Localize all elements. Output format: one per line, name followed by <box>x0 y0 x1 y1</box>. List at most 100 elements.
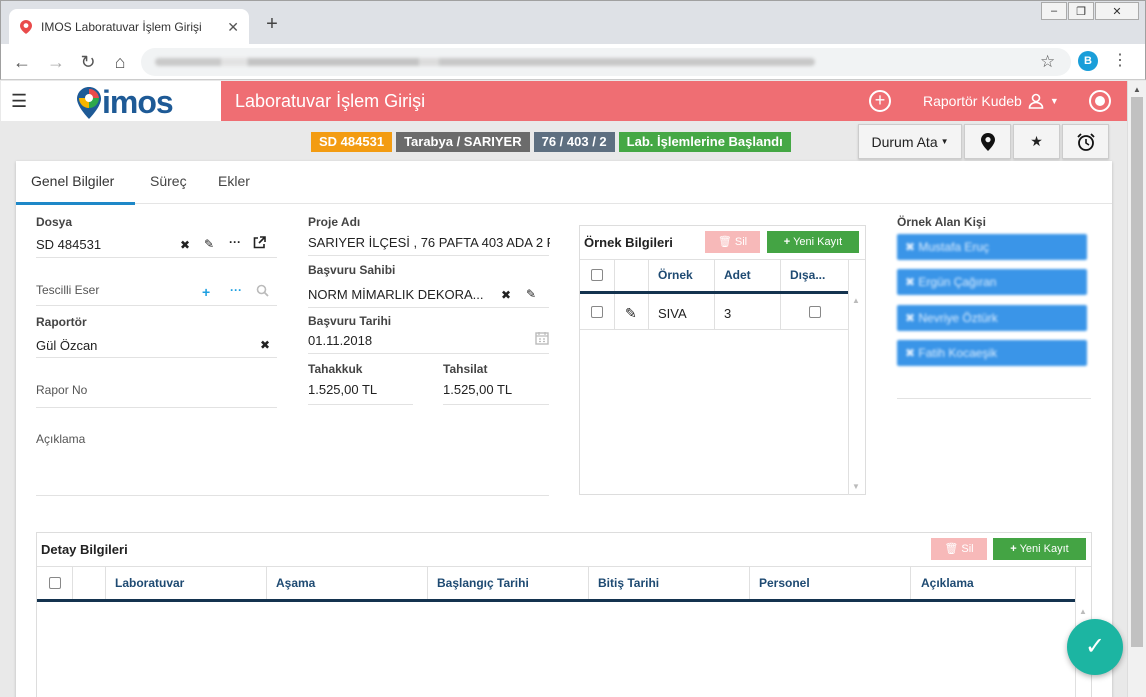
sample-delete-label: Sil <box>734 236 748 248</box>
window-close-icon[interactable]: ✕ <box>1095 2 1139 20</box>
profile-avatar[interactable]: B <box>1078 51 1098 71</box>
detail-header-rule <box>37 599 1075 602</box>
clear-icon[interactable]: ✖ <box>260 338 270 352</box>
sample-taker-chip[interactable]: ✖ Mustafa Eruç <box>897 234 1087 260</box>
sample-delete-button[interactable]: 🗑 Sil <box>705 231 760 253</box>
tab-bar: Genel Bilgiler Süreç Ekler <box>16 161 1112 205</box>
proje-divider <box>308 255 549 256</box>
forward-icon[interactable]: → <box>45 51 67 73</box>
record-circle-icon[interactable] <box>1089 90 1111 112</box>
external-link-icon[interactable] <box>253 236 266 252</box>
grid-divider <box>427 566 428 600</box>
detail-panel-title: Detay Bilgileri <box>41 542 128 557</box>
scroll-down-icon[interactable]: ▼ <box>852 482 860 491</box>
scroll-up-icon[interactable]: ▲ <box>852 296 860 305</box>
col-asama[interactable]: Aşama <box>276 576 315 590</box>
save-check-button[interactable]: ✓ <box>1067 619 1123 675</box>
basvuru-tarihi-value[interactable]: 01.11.2018 <box>308 333 372 348</box>
clear-icon[interactable]: ✖ <box>501 288 511 302</box>
page-scrollbar[interactable]: ▲ <box>1127 81 1146 697</box>
row-divider <box>580 329 848 330</box>
logo-text: imos <box>102 84 174 120</box>
grid-divider <box>72 566 73 600</box>
detail-delete-button[interactable]: 🗑 Sil <box>931 538 987 560</box>
alarm-button[interactable] <box>1062 124 1109 159</box>
scroll-up-icon[interactable]: ▲ <box>1133 85 1141 94</box>
action-toolbar: Durum Ata ▼ ★ <box>858 124 1109 159</box>
back-icon[interactable]: ← <box>11 51 33 73</box>
col-bitis-tarihi[interactable]: Bitiş Tarihi <box>598 576 659 590</box>
main-card: Genel Bilgiler Süreç Ekler Dosya SD 4845… <box>16 161 1112 697</box>
add-circle-icon[interactable]: + <box>869 90 891 112</box>
alarm-clock-icon <box>1076 132 1095 151</box>
hamburger-menu-icon[interactable]: ☰ <box>11 91 27 112</box>
user-menu[interactable]: Raportör Kudeb ▼ <box>923 93 1059 109</box>
bookmark-star-icon[interactable]: ☆ <box>1040 52 1055 72</box>
location-pin-button[interactable] <box>964 124 1011 159</box>
dosya-label: Dosya <box>36 215 73 229</box>
sample-new-button[interactable]: + Yeni Kayıt <box>767 231 859 253</box>
edit-pencil-icon[interactable]: ✎ <box>204 237 214 251</box>
edit-pencil-icon[interactable]: ✎ <box>625 305 637 322</box>
disa-checkbox[interactable] <box>809 306 821 318</box>
sample-taker-divider <box>897 398 1091 399</box>
detail-new-button[interactable]: + Yeni Kayıt <box>993 538 1086 560</box>
grid-divider <box>266 566 267 600</box>
col-personel[interactable]: Personel <box>759 576 810 590</box>
tab-close-icon[interactable]: ✕ <box>227 19 239 36</box>
favorite-button[interactable]: ★ <box>1013 124 1060 159</box>
browser-tab[interactable]: IMOS Laboratuvar İşlem Girişi ✕ <box>9 9 249 45</box>
status-badges: SD 484531 Tarabya / SARIYER 76 / 403 / 2… <box>311 132 791 152</box>
trash-icon: 🗑 <box>717 236 732 248</box>
search-icon[interactable] <box>256 284 269 300</box>
col-disa[interactable]: Dışa... <box>790 268 825 282</box>
col-laboratuvar[interactable]: Laboratuvar <box>115 576 184 590</box>
home-icon[interactable]: ⌂ <box>109 51 131 73</box>
tab-surec[interactable]: Süreç <box>150 173 187 189</box>
browser-tab-title: IMOS Laboratuvar İşlem Girişi <box>41 20 202 34</box>
col-aciklama[interactable]: Açıklama <box>921 576 974 590</box>
address-bar: ← → ↻ ⌂ <box>0 44 1146 80</box>
restore-icon[interactable]: ❐ <box>1068 2 1094 20</box>
col-ornek[interactable]: Örnek <box>658 268 693 282</box>
clear-icon[interactable]: ✖ <box>180 238 190 252</box>
active-tab-indicator <box>16 202 135 205</box>
new-tab-icon[interactable]: + <box>261 13 283 35</box>
imos-logo[interactable]: imos <box>77 84 174 121</box>
tab-genel-bilgiler[interactable]: Genel Bilgiler <box>31 173 114 189</box>
more-dots-icon[interactable]: ··· <box>229 235 241 249</box>
tab-ekler[interactable]: Ekler <box>218 173 250 189</box>
col-baslangic-tarihi[interactable]: Başlangıç Tarihi <box>437 576 529 590</box>
edit-pencil-icon[interactable]: ✎ <box>526 287 536 301</box>
sample-adet-cell: 3 <box>724 306 732 321</box>
scroll-up-icon[interactable]: ▲ <box>1079 607 1087 616</box>
minimize-icon[interactable]: – <box>1041 2 1067 20</box>
tahsilat-value: 1.525,00 TL <box>443 382 513 397</box>
sample-select-all-checkbox[interactable] <box>591 269 603 281</box>
sample-taker-chip[interactable]: ✖ Nevriye Öztürk <box>897 305 1087 331</box>
url-input[interactable] <box>141 48 1071 76</box>
dosya-value: SD 484531 <box>36 237 102 252</box>
browser-menu-icon[interactable]: ⋮ <box>1112 50 1128 70</box>
row-checkbox[interactable] <box>591 306 603 318</box>
scrollbar-thumb[interactable] <box>1131 97 1143 647</box>
sample-taker-name: Fatih Kocaeşik <box>918 346 998 360</box>
durum-ata-label: Durum Ata <box>871 133 938 150</box>
grid-divider <box>714 259 715 329</box>
tahakkuk-divider <box>308 404 413 405</box>
col-adet[interactable]: Adet <box>724 268 751 282</box>
more-dots-icon[interactable]: ··· <box>230 283 242 297</box>
add-icon[interactable]: + <box>202 284 210 300</box>
reload-icon[interactable]: ↻ <box>77 51 99 73</box>
tahsilat-label: Tahsilat <box>443 362 488 376</box>
caret-down-icon: ▼ <box>1049 96 1059 106</box>
grid-divider <box>105 566 106 600</box>
calendar-icon[interactable] <box>535 331 549 348</box>
user-name: Raportör Kudeb <box>923 93 1022 109</box>
detail-select-all-checkbox[interactable] <box>49 577 61 589</box>
sample-taker-label: Örnek Alan Kişi <box>897 215 986 229</box>
sample-taker-chip[interactable]: ✖ Fatih Kocaeşik <box>897 340 1087 366</box>
plus-icon: + <box>1010 543 1017 555</box>
durum-ata-button[interactable]: Durum Ata ▼ <box>858 124 962 159</box>
sample-taker-chip[interactable]: ✖ Ergün Çağıran <box>897 269 1087 295</box>
